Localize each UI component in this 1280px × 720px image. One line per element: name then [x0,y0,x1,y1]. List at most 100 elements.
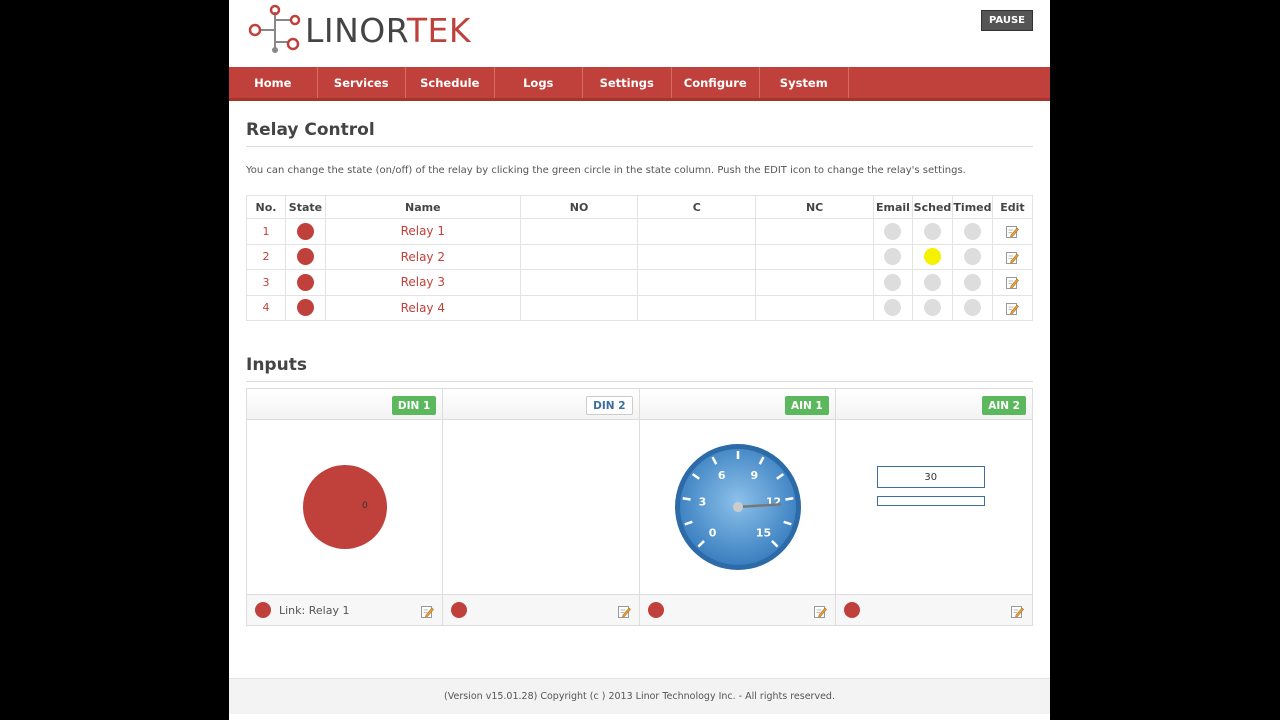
nav-services[interactable]: Services [318,67,406,98]
gauge-label: 6 [717,469,725,482]
relay-number: 2 [246,243,286,270]
gauge-tick [784,497,794,501]
panel-din1: DIN 1 0 Link: Relay 1 [247,389,444,625]
relay-name[interactable]: Relay 3 [324,269,521,296]
col-nc: NC [755,195,874,219]
relay-timed-cell [951,218,993,245]
relay-c-cell [637,269,757,296]
din1-badge[interactable]: DIN 1 [391,396,437,415]
relay-sched-cell [911,218,953,245]
panel-head: DIN 2 [443,389,639,420]
email-indicator [884,222,902,240]
linortek-logo[interactable]: LINORTEK [245,2,485,58]
edit-icon[interactable] [1005,302,1019,315]
edit-icon[interactable] [1005,276,1019,289]
ain1-badge[interactable]: AIN 1 [784,396,829,415]
relay-state-toggle[interactable] [296,222,314,240]
relay-no-cell [519,243,639,270]
footer-copyright: (Version v15.01.28) Copyright (c ) 2013 … [229,678,1050,714]
relay-sched-cell [911,243,953,270]
panel-head: DIN 1 [247,389,443,420]
relay-state-toggle[interactable] [296,248,314,266]
relay-number: 4 [246,294,286,321]
relay-edit-cell [991,243,1034,270]
gauge-label: 3 [698,495,706,508]
ain1-gauge: 0 36 9 12 15 [674,444,801,570]
sched-indicator [923,222,941,240]
relay-table-header: No. State Name NO C NC Email Sched Timed… [246,195,1034,219]
relay-edit-cell [991,218,1034,245]
nav-home[interactable]: Home [229,67,318,98]
col-no: No. [246,195,286,219]
inputs-panels: DIN 1 0 Link: Relay 1 DIN 2 AIN 1 0 3 6 … [246,388,1033,626]
pause-button[interactable]: PAUSE [981,10,1033,31]
email-indicator [884,248,902,266]
edit-icon[interactable] [1005,251,1019,264]
relay-nc-cell [755,218,874,245]
relay-email-cell [873,218,913,245]
relay-no-cell [519,218,639,245]
relay-row: 3 Relay 3 [246,269,1034,296]
col-edit: Edit [991,195,1034,219]
relay-state-cell [284,218,326,245]
gauge-label: 12 [765,495,780,508]
nav-logs[interactable]: Logs [495,67,583,98]
nav-configure[interactable]: Configure [672,67,760,98]
ain2-badge[interactable]: AIN 2 [982,396,1026,415]
nav-settings[interactable]: Settings [583,67,672,98]
edit-icon[interactable] [421,603,435,618]
relay-control-title: Relay Control [246,120,1033,147]
col-name: Name [324,195,521,219]
col-timed: Timed [951,195,993,219]
panel-foot [443,594,639,625]
gauge-tick [681,497,691,501]
panel-body [443,420,638,595]
logo-text-tek: TEK [406,10,471,50]
ain2-value-box: 30 [876,466,985,488]
relay-state-toggle[interactable] [296,273,314,291]
relay-nc-cell [755,269,874,296]
nav-system[interactable]: System [760,67,849,98]
timed-indicator [963,248,981,266]
relay-row: 1 Relay 1 [246,218,1034,245]
gauge-label: 15 [755,526,770,539]
din2-badge[interactable]: DIN 2 [586,396,633,415]
relay-no-cell [519,269,639,296]
din1-link-text: Link: Relay 1 [279,603,350,617]
relay-c-cell [637,243,757,270]
email-indicator [884,273,902,291]
relay-description: You can change the state (on/off) of the… [246,165,966,176]
relay-state-cell [284,269,326,296]
nav-schedule[interactable]: Schedule [406,67,495,98]
relay-row: 2 Relay 2 [246,243,1034,270]
panel-head: AIN 2 [835,389,1032,420]
edit-icon[interactable] [1005,225,1019,238]
relay-edit-cell [991,269,1034,296]
relay-timed-cell [951,294,993,321]
panel-head: AIN 1 [639,389,835,420]
relay-name[interactable]: Relay 2 [324,243,521,270]
col-no-contact: NO [519,195,639,219]
gauge-label: 0 [708,526,716,539]
email-indicator [884,299,902,317]
relay-timed-cell [951,243,993,270]
panel-foot [639,594,835,625]
relay-name[interactable]: Relay 1 [324,218,521,245]
din1-state-indicator[interactable] [303,465,387,549]
relay-state-toggle[interactable] [296,299,314,317]
din1-link-indicator [255,602,271,618]
timed-indicator [963,273,981,291]
ain2-link-indicator [843,602,860,618]
edit-icon[interactable] [813,603,827,618]
relay-c-cell [637,218,757,245]
panel-ain1: AIN 1 0 3 6 9 12 15 [639,389,836,625]
relay-nc-cell [755,243,874,270]
edit-icon[interactable] [617,603,631,618]
relay-edit-cell [991,294,1034,321]
relay-name[interactable]: Relay 4 [324,294,521,321]
relay-timed-cell [951,269,993,296]
panel-body: 0 [247,420,442,595]
edit-icon[interactable] [1011,603,1024,618]
circuit-logo-icon [248,4,301,53]
gauge-hub [732,502,743,512]
